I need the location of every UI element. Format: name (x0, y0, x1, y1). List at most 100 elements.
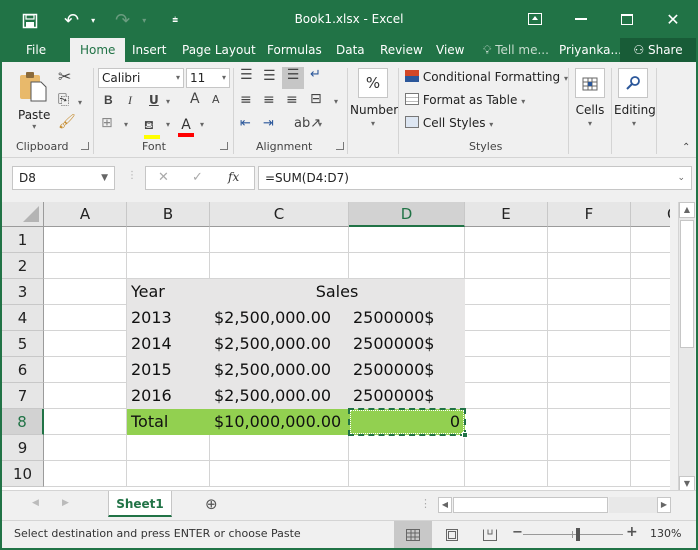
cell-g7[interactable] (631, 383, 670, 409)
cell-a5[interactable] (44, 331, 127, 357)
borders-dropdown-icon[interactable]: ▾ (124, 120, 128, 129)
row-header-10[interactable]: 10 (2, 461, 44, 487)
merge-center-icon[interactable]: ⊟ (310, 91, 322, 107)
cell-a8[interactable] (44, 409, 127, 435)
cell-e3[interactable] (465, 279, 548, 305)
cell-d5[interactable]: 2500000$ (349, 331, 465, 357)
zoom-slider-track[interactable] (523, 534, 623, 535)
vertical-scrollbar[interactable]: ▲ ▼ (678, 202, 695, 492)
horizontal-scrollbar[interactable]: ◀ ▶ (438, 497, 672, 513)
cell-b8[interactable]: Total (127, 409, 210, 435)
tab-review[interactable]: Review (380, 38, 423, 62)
cell-f6[interactable] (548, 357, 631, 383)
cell-g6[interactable] (631, 357, 670, 383)
cell-f3[interactable] (548, 279, 631, 305)
cell-f8[interactable] (548, 409, 631, 435)
cell-b3[interactable]: Year (127, 279, 210, 305)
cell-g2[interactable] (631, 253, 670, 279)
column-header-d[interactable]: D (349, 202, 465, 227)
paste-dropdown-icon[interactable]: ▾ (18, 122, 50, 131)
wrap-text-icon[interactable]: ↵ (310, 67, 321, 82)
cell-a9[interactable] (44, 435, 127, 461)
scroll-left-icon[interactable]: ◀ (438, 497, 452, 513)
copy-dropdown-icon[interactable]: ▾ (78, 98, 82, 107)
cell-e7[interactable] (465, 383, 548, 409)
cell-a1[interactable] (44, 227, 127, 253)
format-painter-icon[interactable]: 🖌︎ (58, 114, 76, 130)
column-header-c[interactable]: C (210, 202, 349, 227)
name-box[interactable]: D8 ▼ (12, 166, 115, 190)
cell-c8[interactable]: $10,000,000.00 (210, 409, 349, 435)
worksheet-grid[interactable]: A B C D E F G 12345678910 Year Sales 201… (2, 202, 670, 490)
enter-icon[interactable]: ✓ (192, 170, 203, 185)
new-sheet-icon[interactable]: ⊕ (205, 495, 218, 513)
grow-font-button[interactable]: A (190, 91, 200, 107)
scroll-right-icon[interactable]: ▶ (657, 497, 671, 513)
tab-data[interactable]: Data (336, 38, 365, 62)
fill-color-dropdown-icon[interactable]: ▾ (166, 120, 170, 129)
font-size-combo[interactable]: 11 ▾ (186, 68, 230, 88)
font-launcher-icon[interactable] (220, 142, 228, 150)
fill-color-button[interactable]: ⛾ (144, 114, 160, 139)
cell-b10[interactable] (127, 461, 210, 487)
cell-c2[interactable] (210, 253, 349, 279)
page-layout-view-button[interactable] (442, 521, 462, 548)
minimize-button[interactable] (558, 0, 604, 38)
cell-a7[interactable] (44, 383, 127, 409)
cell-a2[interactable] (44, 253, 127, 279)
horizontal-scroll-track[interactable] (609, 497, 657, 513)
cell-d9[interactable] (349, 435, 465, 461)
tab-file[interactable]: File (26, 38, 46, 62)
tab-formulas[interactable]: Formulas (267, 38, 322, 62)
fill-handle[interactable] (462, 432, 468, 438)
font-color-button[interactable]: A (178, 114, 194, 137)
cell-c1[interactable] (210, 227, 349, 253)
cell-f10[interactable] (548, 461, 631, 487)
borders-icon[interactable]: ⊞ (101, 115, 113, 131)
column-header-e[interactable]: E (465, 202, 548, 227)
column-header-g[interactable]: G (631, 202, 670, 227)
cell-styles-button[interactable]: Cell Styles ▾ (405, 116, 493, 130)
scroll-up-icon[interactable]: ▲ (679, 202, 695, 218)
cell-f4[interactable] (548, 305, 631, 331)
cell-f7[interactable] (548, 383, 631, 409)
align-right-icon[interactable]: ≡ (286, 92, 298, 108)
ribbon-display-options-button[interactable] (512, 0, 558, 38)
cell-b9[interactable] (127, 435, 210, 461)
cell-f1[interactable] (548, 227, 631, 253)
cell-e8[interactable] (465, 409, 548, 435)
row-header-2[interactable]: 2 (2, 253, 44, 279)
maximize-button[interactable] (604, 0, 650, 38)
share-button[interactable]: ⚇ Share (620, 38, 696, 62)
zoom-slider-thumb[interactable] (576, 528, 580, 541)
clipboard-launcher-icon[interactable] (81, 142, 89, 150)
row-header-9[interactable]: 9 (2, 435, 44, 461)
next-sheet-icon[interactable]: ▶ (62, 498, 69, 508)
column-header-a[interactable]: A (44, 202, 127, 227)
drag-handle-icon[interactable]: ⋮ (127, 170, 137, 181)
cell-f2[interactable] (548, 253, 631, 279)
cell-b6[interactable]: 2015 (127, 357, 210, 383)
cell-d7[interactable]: 2500000$ (349, 383, 465, 409)
cancel-icon[interactable]: ✕ (158, 170, 169, 185)
cell-g1[interactable] (631, 227, 670, 253)
cell-a4[interactable] (44, 305, 127, 331)
cell-f5[interactable] (548, 331, 631, 357)
cell-e5[interactable] (465, 331, 548, 357)
shrink-font-button[interactable]: A (212, 93, 220, 106)
increase-indent-icon[interactable]: ⇥ (263, 116, 274, 131)
cell-a6[interactable] (44, 357, 127, 383)
paste-button[interactable]: Paste ▾ (18, 70, 50, 131)
merge-dropdown-icon[interactable]: ▾ (334, 97, 338, 106)
cell-c7[interactable]: $2,500,000.00 (210, 383, 349, 409)
cell-c5[interactable]: $2,500,000.00 (210, 331, 349, 357)
row-header-1[interactable]: 1 (2, 227, 44, 253)
cell-g4[interactable] (631, 305, 670, 331)
cell-g10[interactable] (631, 461, 670, 487)
split-handle-icon[interactable]: ⋮ (420, 497, 431, 510)
cell-b5[interactable]: 2014 (127, 331, 210, 357)
conditional-formatting-button[interactable]: Conditional Formatting ▾ (405, 70, 568, 84)
cell-c4[interactable]: $2,500,000.00 (210, 305, 349, 331)
previous-sheet-icon[interactable]: ◀ (32, 498, 39, 508)
cell-e4[interactable] (465, 305, 548, 331)
